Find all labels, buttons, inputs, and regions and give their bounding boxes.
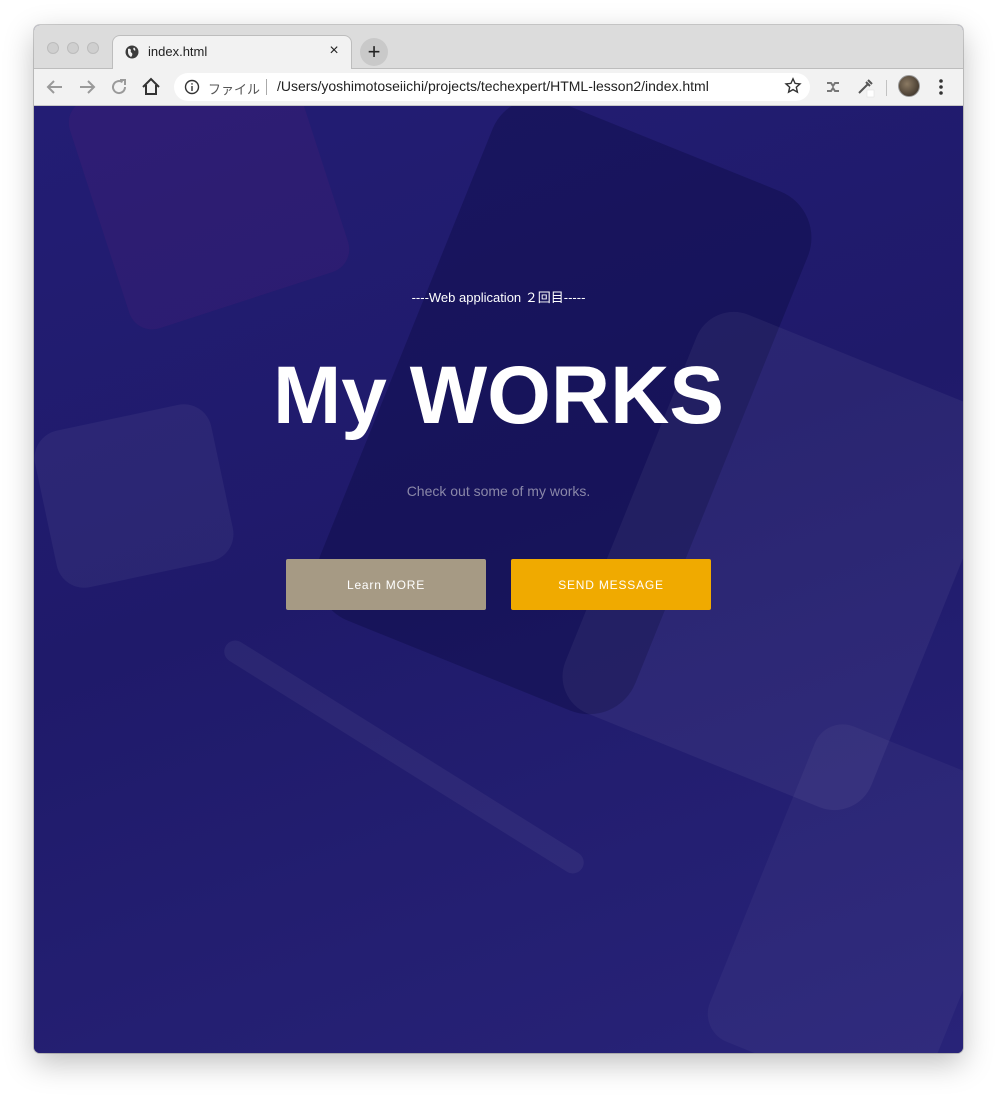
browser-window: index.html × + ファイル /Users/yoshimotoseii… [34,25,963,1053]
hero-subtitle: ----Web application ２回目----- [411,290,586,305]
divider [266,79,267,95]
scheme-label: ファイル [208,82,261,97]
tab-index-html[interactable]: index.html × [112,35,352,69]
new-tab-button[interactable]: + [360,38,388,66]
extension-icon[interactable] [821,75,845,99]
tab-strip: index.html × + [34,25,963,69]
close-window-button[interactable] [47,42,59,54]
bookmark-star-icon[interactable] [784,77,802,95]
hero-content: ----Web application ２回目----- My WORKS Ch… [34,106,963,1053]
hero-title: My WORKS [273,350,724,441]
avatar[interactable] [898,75,920,97]
reload-icon[interactable] [107,75,131,99]
globe-icon [125,45,139,59]
tab-title: index.html [148,44,208,59]
back-arrow-icon[interactable] [43,75,67,99]
tab-close-icon[interactable]: × [325,42,343,60]
menu-dots-icon[interactable] [929,75,953,99]
zoom-window-button[interactable] [87,42,99,54]
forward-arrow-icon[interactable] [75,75,99,99]
home-icon[interactable] [139,75,163,99]
send-message-button[interactable]: SEND MESSAGE [511,559,711,610]
address-bar[interactable]: ファイル /Users/yoshimotoseiichi/projects/te… [174,73,810,101]
hero-tagline: Check out some of my works. [406,483,591,499]
browser-toolbar: ファイル /Users/yoshimotoseiichi/projects/te… [34,69,963,106]
toolbar-divider [886,80,887,96]
learn-more-button[interactable]: Learn MORE [286,559,486,610]
hero-section: ----Web application ２回目----- My WORKS Ch… [34,106,963,1053]
info-icon[interactable] [184,79,200,95]
minimize-window-button[interactable] [67,42,79,54]
eyedropper-icon[interactable] [853,75,877,99]
url-text[interactable]: /Users/yoshimotoseiichi/projects/techexp… [277,78,709,94]
